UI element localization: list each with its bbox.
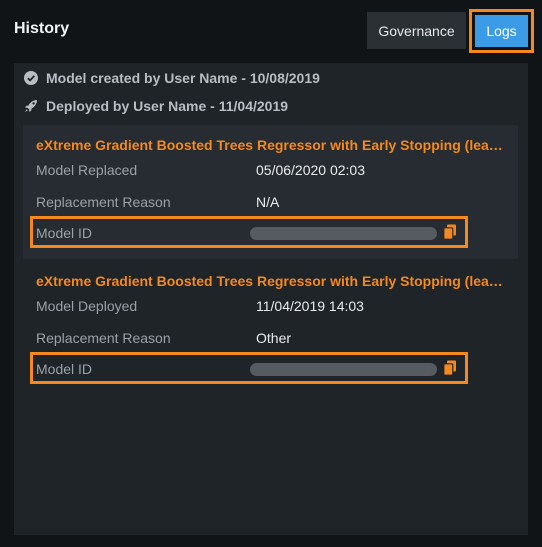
replacement-reason-label: Replacement Reason [36,330,171,346]
model-replaced-label: Model Replaced [36,162,138,178]
event-deployed: Deployed by User Name - 11/04/2019 [24,98,288,114]
model-id-label: Model ID [36,225,93,241]
event-model-created: Model created by User Name - 10/08/2019 [24,70,320,86]
page-title: History [14,20,70,37]
logs-button[interactable]: Logs [475,15,528,47]
history-panel: Model created by User Name - 10/08/2019 … [14,63,528,535]
model-deployed-label: Model Deployed [36,298,138,314]
model-id-label: Model ID [36,361,93,377]
model-id-row: Model ID [30,216,468,248]
copy-icon[interactable] [443,224,457,240]
model-title-link[interactable]: eXtreme Gradient Boosted Trees Regressor… [36,137,508,153]
logs-button-highlight: Logs [469,9,534,53]
rocket-icon [25,100,37,112]
governance-button[interactable]: Governance [367,12,466,49]
replacement-reason-value: Other [256,330,292,346]
replacement-card: eXtreme Gradient Boosted Trees Regressor… [23,125,518,259]
check-circle-icon [24,71,38,85]
model-id-row: Model ID [30,352,468,384]
event-text: Deployed by User Name - 11/04/2019 [46,98,289,114]
replacement-reason-label: Replacement Reason [36,194,171,210]
model-id-value-redacted [250,227,437,240]
model-title-link[interactable]: eXtreme Gradient Boosted Trees Regressor… [36,273,508,289]
model-replaced-value: 05/06/2020 02:03 [256,162,365,178]
replacement-reason-value: N/A [256,194,280,210]
copy-icon[interactable] [443,360,457,376]
history-page: History Governance Logs Model created by… [0,0,542,547]
model-deployed-value: 11/04/2019 14:03 [256,298,364,314]
model-id-value-redacted [250,363,437,376]
event-text: Model created by User Name - 10/08/2019 [46,70,320,86]
deployment-card: eXtreme Gradient Boosted Trees Regressor… [23,261,518,395]
